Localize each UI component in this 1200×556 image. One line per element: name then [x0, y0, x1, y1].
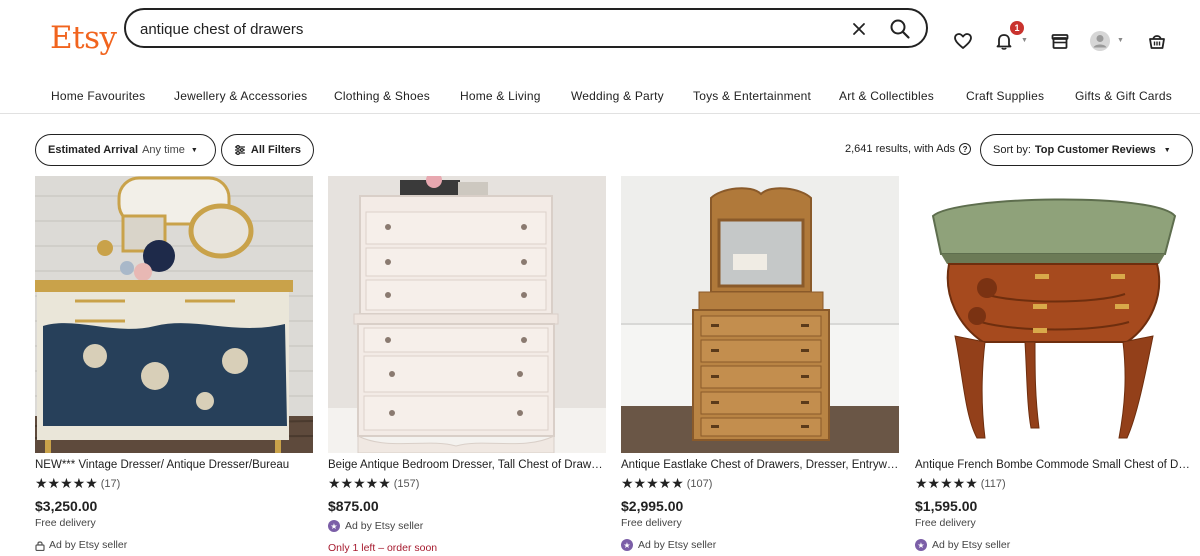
avatar [1090, 31, 1110, 51]
free-delivery: Free delivery [621, 517, 682, 529]
review-count: (157) [393, 477, 420, 490]
category-gifts-gift-cards[interactable]: Gifts & Gift Cards [1075, 89, 1172, 103]
all-filters-button[interactable]: All Filters [221, 134, 314, 166]
gift-mode-button[interactable] [1049, 30, 1071, 52]
review-count: (17) [100, 477, 121, 490]
cart-button[interactable] [1146, 30, 1168, 52]
account-caret-icon: ▼ [1117, 37, 1124, 44]
category-home-living[interactable]: Home & Living [460, 89, 541, 103]
low-stock-notice: Only 1 left – order soon [328, 542, 438, 554]
bell-icon [996, 34, 1012, 50]
category-craft-supplies[interactable]: Craft Supplies [966, 89, 1044, 103]
listing-image[interactable] [621, 176, 899, 453]
listing-image[interactable] [35, 176, 313, 453]
results-count: 2,641 results, with Ads ? [845, 143, 972, 155]
category-jewellery-accessories[interactable]: Jewellery & Accessories [174, 89, 307, 103]
listing-image[interactable] [915, 176, 1193, 453]
gift-icon [1051, 34, 1069, 49]
category-clothing-shoes[interactable]: Clothing & Shoes [334, 89, 430, 103]
lock-icon [35, 540, 45, 551]
ad-text: Ad by Etsy seller [932, 539, 1011, 551]
review-count: (107) [686, 477, 713, 490]
estimated-arrival-filter[interactable]: Estimated Arrival Any time ▼ [35, 134, 216, 166]
clear-icon [853, 23, 865, 35]
star-rating: ★★★★★ [35, 475, 98, 491]
search-bar[interactable] [124, 8, 928, 48]
arrival-caret-icon: ▼ [190, 146, 198, 154]
listing-price: $3,250.00 [35, 498, 98, 514]
listing-rating: ★★★★★ (117) [915, 475, 1006, 492]
free-delivery: Free delivery [915, 517, 976, 529]
etsy-logo[interactable]: Etsy [50, 20, 117, 56]
arrival-label: Estimated Arrival [48, 144, 139, 156]
listing-price: $875.00 [328, 498, 379, 514]
category-home-favourites[interactable]: Home Favourites [51, 89, 145, 103]
review-count: (117) [980, 477, 1006, 490]
ad-label[interactable]: ★ Ad by Etsy seller [621, 539, 716, 551]
listing-title[interactable]: Beige Antique Bedroom Dresser, Tall Ches… [328, 459, 606, 471]
ad-label[interactable]: ★ Ad by Etsy seller [328, 520, 423, 532]
star-seller-icon: ★ [621, 539, 633, 551]
star-rating: ★★★★★ [621, 475, 684, 491]
ad-text: Ad by Etsy seller [49, 539, 128, 551]
ad-label[interactable]: Ad by Etsy seller [35, 539, 127, 551]
listing-card[interactable]: Antique French Bombe Commode Small Chest… [915, 176, 1193, 556]
category-nav: Home Favourites Jewellery & Accessories … [0, 72, 1200, 114]
cart-icon [1149, 35, 1165, 49]
listing-card[interactable]: Antique Eastlake Chest of Drawers, Dress… [621, 176, 899, 556]
search-button[interactable] [886, 15, 914, 43]
ad-text: Ad by Etsy seller [345, 520, 424, 532]
listing-card[interactable]: NEW*** Vintage Dresser/ Antique Dresser/… [35, 176, 313, 556]
listing-price: $2,995.00 [621, 498, 684, 514]
search-input[interactable] [140, 18, 820, 40]
notifications-caret-icon: ▼ [1021, 37, 1028, 44]
sort-caret-icon: ▼ [1163, 146, 1171, 154]
sort-value: Top Customer Reviews [1034, 144, 1156, 156]
listing-rating: ★★★★★ (107) [621, 475, 712, 492]
sort-dropdown[interactable]: Sort by: Top Customer Reviews ▼ [980, 134, 1193, 166]
listing-rating: ★★★★★ (157) [328, 475, 419, 492]
results-text: 2,641 results, with Ads [845, 143, 956, 155]
listing-card[interactable]: Beige Antique Bedroom Dresser, Tall Ches… [328, 176, 606, 556]
listing-title[interactable]: NEW*** Vintage Dresser/ Antique Dresser/… [35, 459, 313, 471]
category-art-collectibles[interactable]: Art & Collectibles [839, 89, 934, 103]
listing-title[interactable]: Antique Eastlake Chest of Drawers, Dress… [621, 459, 899, 471]
search-icon [890, 19, 910, 39]
free-delivery: Free delivery [35, 517, 96, 529]
clear-search-button[interactable] [848, 18, 870, 40]
heart-icon [954, 33, 972, 49]
site-header: Etsy 1 ▼ ▼ [0, 0, 1200, 70]
filter-icon [234, 145, 245, 155]
favourites-button[interactable] [952, 30, 974, 52]
all-filters-label: All Filters [250, 144, 301, 156]
category-toys-entertainment[interactable]: Toys & Entertainment [693, 89, 811, 103]
notification-badge: 1 [1010, 21, 1024, 35]
listing-price: $1,595.00 [915, 498, 978, 514]
star-seller-icon: ★ [328, 520, 340, 532]
listing-title[interactable]: Antique French Bombe Commode Small Chest… [915, 459, 1193, 471]
listing-image[interactable] [328, 176, 606, 453]
ad-label[interactable]: ★ Ad by Etsy seller [915, 539, 1010, 551]
sort-label: Sort by: [993, 144, 1031, 156]
help-icon[interactable]: ? [959, 143, 972, 155]
category-wedding-party[interactable]: Wedding & Party [571, 89, 664, 103]
account-button[interactable] [1089, 30, 1111, 52]
star-rating: ★★★★★ [328, 475, 391, 491]
star-rating: ★★★★★ [915, 475, 978, 491]
listing-rating: ★★★★★ (17) [35, 475, 120, 492]
ad-text: Ad by Etsy seller [638, 539, 717, 551]
arrival-value: Any time [142, 144, 185, 156]
star-seller-icon: ★ [915, 539, 927, 551]
